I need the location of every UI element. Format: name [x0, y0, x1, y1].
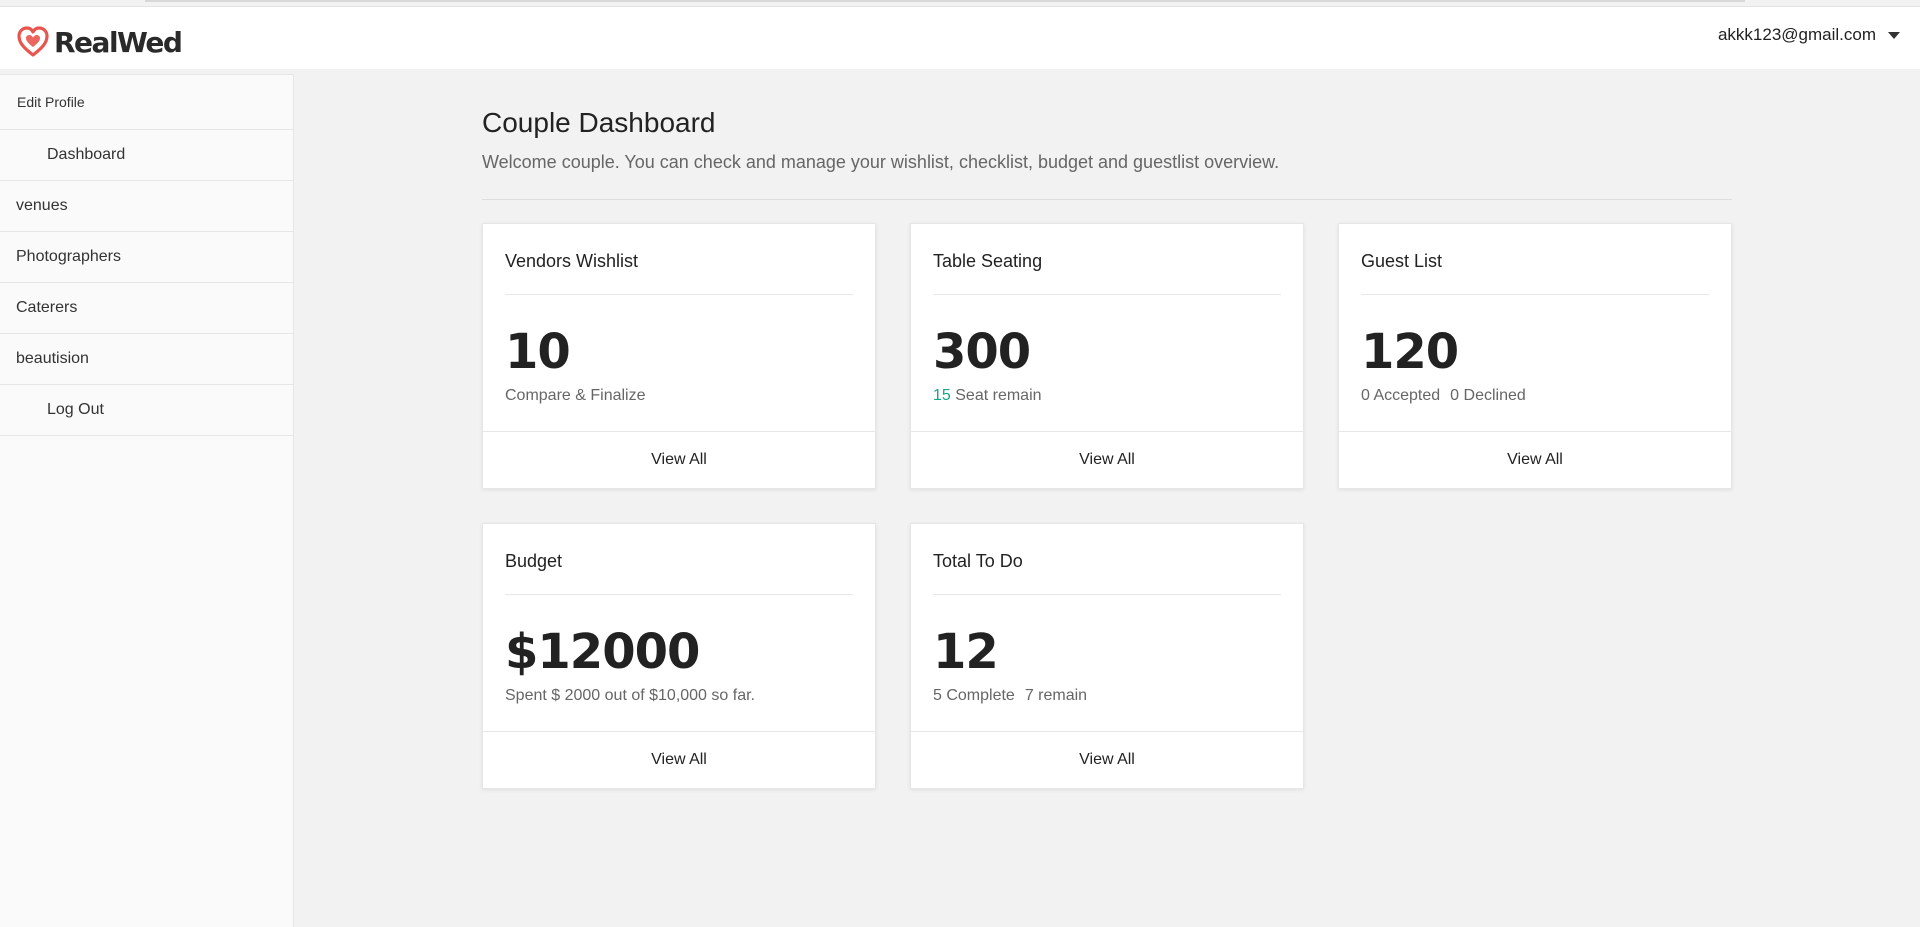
- card-note-text: Seat remain: [955, 387, 1042, 404]
- card-note: Spent $ 2000 out of $10,000 so far.: [505, 687, 755, 705]
- card-guest-list: Guest List 120 0 Accepted 0 Declined View…: [1338, 223, 1732, 489]
- card-title: Budget: [505, 551, 563, 571]
- card-value: 12: [933, 624, 999, 680]
- sidebar-item-caterers[interactable]: Caterers: [0, 283, 293, 334]
- sidebar-item-label: Dashboard: [47, 146, 126, 163]
- sidebar-item-venues[interactable]: venues: [0, 181, 293, 232]
- card-divider: [933, 594, 1281, 595]
- sidebar-item-label: Photographers: [16, 248, 121, 265]
- card-title: Table Seating: [933, 251, 1043, 271]
- accepted-count: 0 Accepted: [1361, 387, 1441, 404]
- seat-remain-count: 15: [933, 387, 951, 404]
- card-value: 120: [1361, 324, 1459, 380]
- card-title: Vendors Wishlist: [505, 251, 639, 271]
- user-menu[interactable]: akkk123@gmail.com: [1718, 25, 1900, 45]
- sidebar-item-beautision[interactable]: beautision: [0, 334, 293, 385]
- card-title: Guest List: [1361, 251, 1443, 271]
- view-all-button[interactable]: View All: [911, 731, 1303, 788]
- sidebar-item-label: venues: [16, 197, 68, 214]
- declined-count: 0 Declined: [1450, 387, 1526, 404]
- window-top-border: [145, 0, 1745, 2]
- card-divider: [505, 294, 853, 295]
- card-vendors-wishlist: Vendors Wishlist 10 Compare & Finalize V…: [482, 223, 876, 489]
- view-all-button[interactable]: View All: [1339, 431, 1731, 488]
- sidebar-item-label: beautision: [16, 350, 89, 367]
- card-note: 0 Accepted 0 Declined: [1361, 387, 1526, 405]
- card-divider: [933, 294, 1281, 295]
- brand-logo[interactable]: RealWed: [16, 25, 183, 59]
- card-note: Compare & Finalize: [505, 387, 646, 405]
- sidebar-item-logout[interactable]: Log Out: [0, 385, 293, 436]
- card-note-text: Compare & Finalize: [505, 387, 646, 404]
- card-value: 300: [933, 324, 1031, 380]
- brand-name: RealWed: [54, 25, 183, 59]
- caret-down-icon: [1888, 31, 1900, 39]
- view-all-button[interactable]: View All: [483, 731, 875, 788]
- card-divider: [505, 594, 853, 595]
- card-total-todo: Total To Do 12 5 Complete 7 remain View A…: [910, 523, 1304, 789]
- card-note: 15 Seat remain: [933, 387, 1042, 405]
- sidebar-item-dashboard[interactable]: Dashboard: [0, 130, 293, 181]
- top-header: RealWed akkk123@gmail.com: [0, 6, 1920, 69]
- dashboard-cards: Vendors Wishlist 10 Compare & Finalize V…: [482, 223, 1732, 789]
- card-note: 5 Complete 7 remain: [933, 687, 1087, 705]
- card-value: $12000: [505, 624, 700, 680]
- page-title: Couple Dashboard: [482, 107, 716, 138]
- card-divider: [1361, 294, 1709, 295]
- sidebar-item-label: Log Out: [47, 401, 104, 418]
- sidebar-item-edit-profile[interactable]: Edit Profile: [0, 75, 293, 130]
- user-email: akkk123@gmail.com: [1717, 25, 1876, 44]
- complete-count: 5 Complete: [933, 687, 1015, 704]
- heart-icon: [17, 26, 49, 57]
- page-subtitle: Welcome couple. You can check and manage…: [482, 152, 1280, 172]
- card-value: 10: [505, 324, 571, 380]
- remain-count: 7 remain: [1024, 687, 1088, 704]
- view-all-button[interactable]: View All: [911, 431, 1303, 488]
- sidebar-item-photographers[interactable]: Photographers: [0, 232, 293, 283]
- sidebar-item-label: Caterers: [16, 299, 78, 316]
- card-table-seating: Table Seating 300 15 Seat remain View Al…: [910, 223, 1304, 489]
- divider: [482, 199, 1732, 200]
- sidebar-item-label: Edit Profile: [17, 94, 85, 110]
- main-content: Couple Dashboard Welcome couple. You can…: [482, 74, 1732, 789]
- card-title: Total To Do: [933, 551, 1023, 571]
- card-budget: Budget $12000 Spent $ 2000 out of $10,00…: [482, 523, 876, 789]
- view-all-button[interactable]: View All: [483, 431, 875, 488]
- card-note-text: Spent $ 2000 out of $10,000 so far.: [505, 687, 755, 704]
- sidebar: Edit Profile Dashboard venues Photograph…: [0, 74, 294, 927]
